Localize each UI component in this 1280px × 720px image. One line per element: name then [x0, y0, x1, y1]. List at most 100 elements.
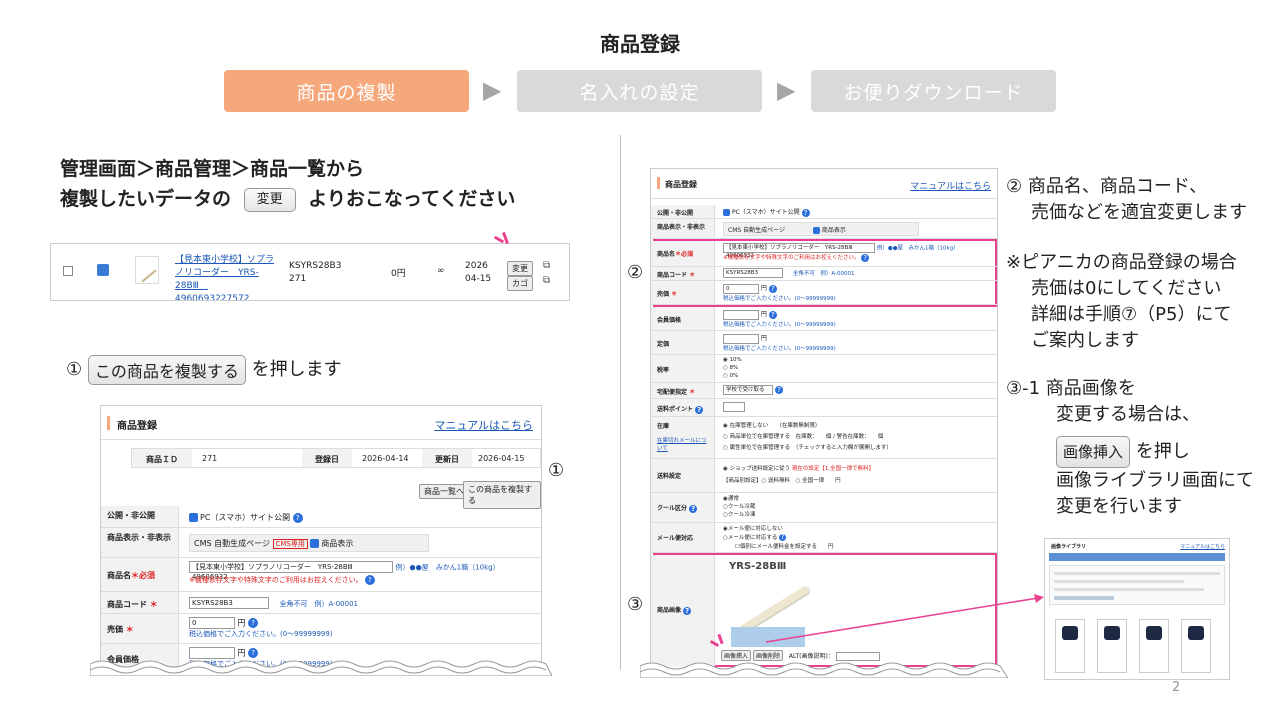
tax-option[interactable]: 8%: [730, 365, 739, 371]
help-icon[interactable]: ?: [768, 284, 777, 293]
required-mark: ＊必須: [131, 571, 155, 580]
step1-num: ①: [66, 359, 83, 380]
code-input[interactable]: KSYRS28B3: [723, 268, 783, 278]
ship-select[interactable]: 学校で受け取る: [723, 385, 773, 395]
mail-label: メール便対応: [651, 523, 715, 552]
edit-button[interactable]: 変更: [507, 261, 533, 276]
tax-option[interactable]: 0%: [730, 373, 739, 379]
display-check-label: 商品表示: [821, 227, 846, 234]
required-mark: ＊必須: [675, 251, 694, 258]
shipping-option[interactable]: ショップ送料設定に従う: [730, 466, 791, 472]
step-copy: 商品の複製: [224, 70, 469, 112]
cart-button[interactable]: カゴ: [507, 276, 533, 291]
checkbox[interactable]: [310, 539, 320, 548]
stock-option[interactable]: 在庫管理しない （在庫数無制限）: [730, 423, 821, 429]
checkbox[interactable]: [723, 209, 730, 216]
help-icon[interactable]: ?: [861, 253, 870, 262]
step-arrow-icon: ▶: [483, 76, 502, 104]
name-warning: ※機種依存文字や特殊文字のご利用はお控えください。: [723, 255, 860, 261]
code-label: 商品コード: [657, 272, 688, 279]
code-input[interactable]: KSYRS28B3: [189, 597, 269, 609]
pc-icon: [97, 264, 109, 276]
cool-option[interactable]: クール冷蔵: [728, 504, 756, 510]
library-thumb[interactable]: [1097, 619, 1127, 673]
price-hint: 税込価格でご入力ください。(0〜99999999): [723, 345, 836, 352]
reg-value: 2026-04-14: [362, 454, 409, 463]
library-thumb[interactable]: [1055, 619, 1085, 673]
id-label: 商品ＩＤ: [132, 449, 192, 467]
help-icon[interactable]: ?: [292, 512, 303, 523]
copy-icon[interactable]: ⧉: [543, 260, 550, 271]
duplicate-button-sample: この商品を複製する: [87, 355, 246, 385]
name-input[interactable]: 【見本東小学校】ソプラノリコーダー YRS-28BⅢ 49606932: [189, 561, 393, 581]
step1-instruction: ① この商品を複製する を押します: [66, 355, 342, 385]
help-icon[interactable]: ?: [801, 208, 810, 217]
note-3-line3: を押し: [1135, 441, 1190, 462]
torn-edge: [90, 660, 552, 676]
manual-link[interactable]: マニュアルはこちら: [910, 179, 991, 192]
shipping-option-custom[interactable]: 【商品別設定】○ 送料無料 ○ 全国一律 円: [723, 475, 874, 487]
mail-option[interactable]: メール便に対応しない: [728, 526, 783, 532]
help-icon[interactable]: ?: [689, 504, 698, 513]
library-thumb[interactable]: [1139, 619, 1169, 673]
name-warning: ※機種依存文字や特殊文字のご利用はお控えください。: [189, 576, 363, 584]
code-hint: 全角不可 例）A-00001: [279, 599, 358, 608]
duplicate-button[interactable]: この商品を複製する: [463, 481, 541, 509]
product-list-button[interactable]: 商品一覧へ: [419, 484, 469, 499]
name-example: 例）●●屋 みかん1箱（10kg）: [876, 245, 959, 252]
copy-icon[interactable]: ⧉: [543, 275, 550, 286]
checkbox[interactable]: [812, 227, 820, 234]
callout-3: ③: [627, 594, 644, 615]
help-icon[interactable]: ?: [364, 575, 375, 585]
name-input[interactable]: 【見本東小学校】ソプラノリコーダー YRS-28BⅢ 49606932: [723, 243, 875, 259]
list-price-input[interactable]: [723, 333, 759, 344]
help-icon[interactable]: ?: [779, 534, 787, 541]
cms-tag: CMS専用: [272, 539, 308, 549]
product-code: KSYRS28B3 271: [289, 261, 342, 284]
library-tabbar: [1049, 553, 1225, 561]
instruction-line1: 管理画面＞商品管理＞商品一覧から: [60, 158, 365, 180]
mail-option[interactable]: 個別にメール便料金を設定する 円: [740, 544, 834, 550]
help-icon[interactable]: ?: [695, 405, 704, 414]
stock-label: 在庫: [657, 423, 670, 430]
product-name-link[interactable]: 【見本東小学校】ソプラノリコーダー YRS-28BⅢ 4960693227572: [175, 254, 275, 300]
instruction: 管理画面＞商品管理＞商品一覧から 複製したいデータの 変更 よりおこなってくださ…: [60, 154, 515, 214]
step-arrow-icon: ▶: [777, 76, 796, 104]
cool-option[interactable]: クール冷凍: [728, 512, 756, 518]
help-icon[interactable]: ?: [683, 606, 692, 615]
stock-mail-link[interactable]: 在庫切れメールについて: [657, 436, 708, 452]
upd-value: 2026-04-15: [478, 454, 525, 463]
mail-option[interactable]: メール便に対応する: [728, 535, 778, 541]
price-input[interactable]: 0: [189, 617, 235, 629]
help-icon[interactable]: ?: [768, 310, 777, 319]
tax-label: 税率: [651, 355, 715, 382]
member-price-input[interactable]: [723, 309, 759, 320]
checkbox[interactable]: [189, 513, 198, 522]
library-manual-link[interactable]: マニュアルはこちら: [1180, 543, 1225, 550]
ship-label: 宅配便指定: [657, 389, 688, 396]
cool-option[interactable]: 通常: [728, 496, 739, 502]
name-label: 商品名: [107, 571, 131, 580]
manual-link[interactable]: マニュアルはこちら: [434, 417, 533, 433]
stock-option[interactable]: 商品単位で在庫管理する 在庫数： 個 / 警告在庫数： 個: [730, 434, 884, 440]
library-thumb[interactable]: [1181, 619, 1211, 673]
step-download: お便りダウンロード: [811, 70, 1056, 112]
name-label: 商品名: [657, 251, 676, 258]
help-icon[interactable]: ?: [774, 386, 783, 394]
shipping-current: 現在の設定【1.全国一律で無料】: [791, 466, 875, 472]
library-filter: [1049, 565, 1225, 605]
display-check-label: 商品表示: [321, 539, 354, 548]
tax-option[interactable]: 10%: [730, 357, 742, 363]
point-input[interactable]: [723, 402, 745, 412]
display-label: 商品表示・非表示: [101, 528, 179, 557]
public-label: 公開・非公開: [651, 205, 715, 218]
row-checkbox[interactable]: [63, 266, 73, 276]
display-label: 商品表示・非表示: [651, 219, 715, 238]
product-price: 0円: [391, 269, 406, 279]
form1-header: 商品登録: [117, 421, 157, 432]
help-icon[interactable]: ?: [248, 618, 259, 628]
price-input[interactable]: 0: [723, 283, 759, 294]
stock-option[interactable]: 属性単位で在庫管理する （チェックすると入力欄が展開します）: [730, 445, 892, 451]
product-stock: ∞: [437, 266, 445, 276]
price-label: 売価: [107, 625, 123, 634]
